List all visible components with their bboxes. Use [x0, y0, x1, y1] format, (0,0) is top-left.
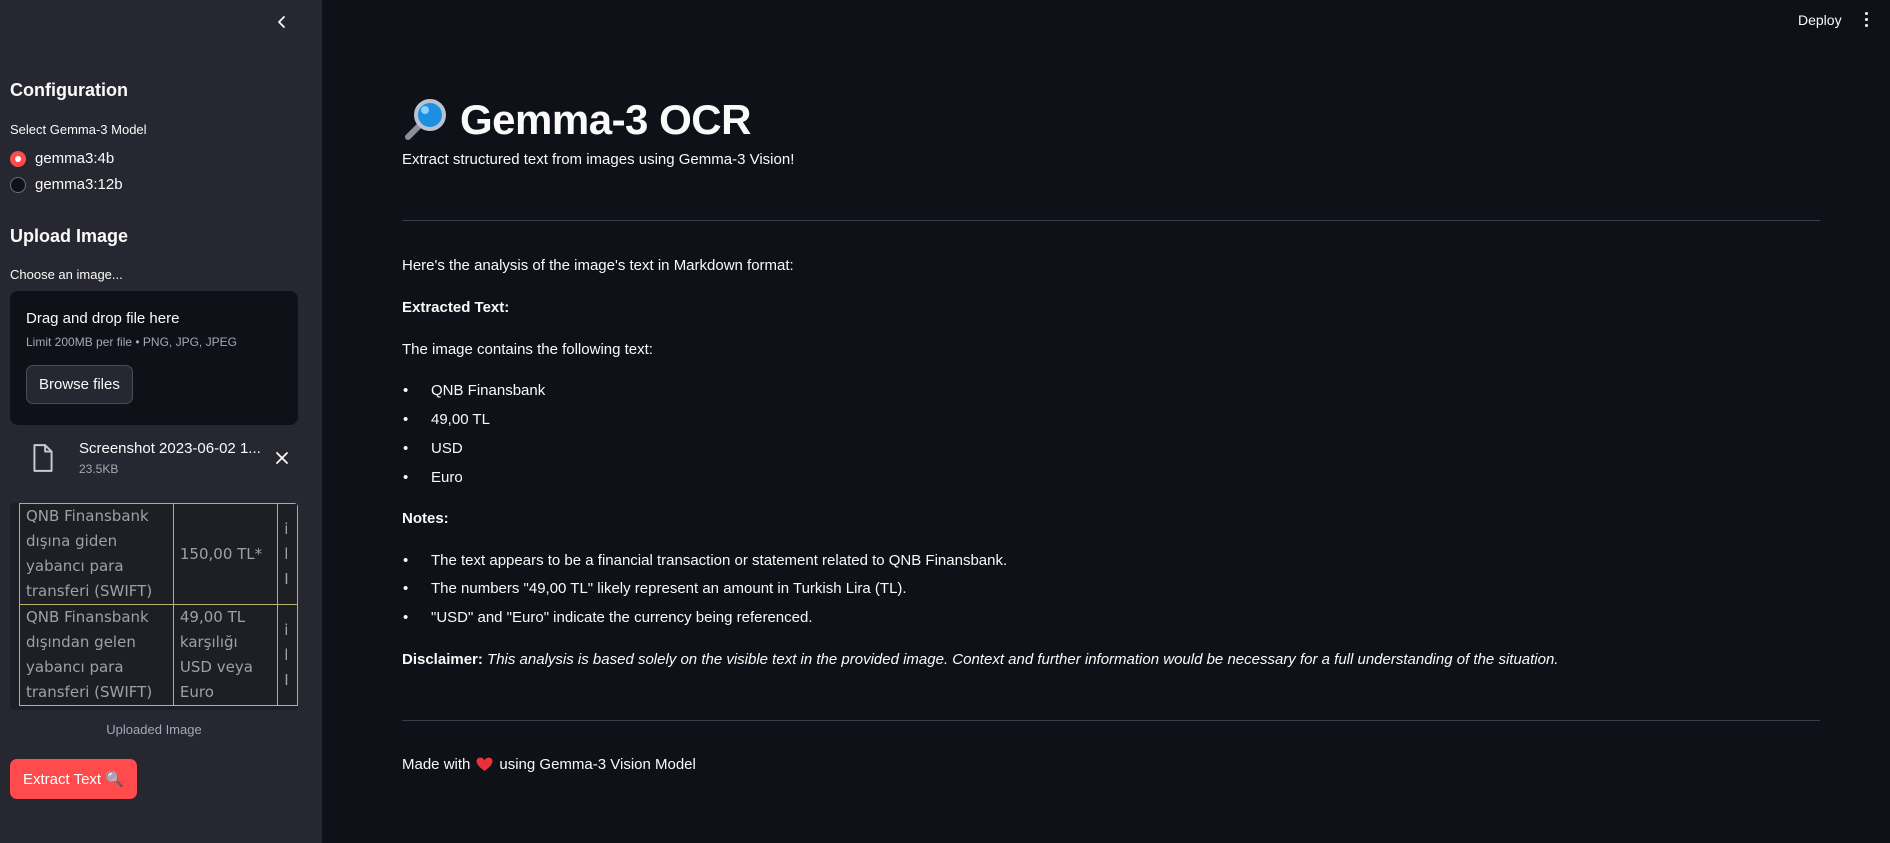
file-icon [33, 444, 53, 472]
configuration-heading: Configuration [10, 80, 128, 100]
preview-text: QNB Finansbank [26, 507, 149, 525]
preview-cell: 150,00 TL* [172, 503, 279, 605]
radio-unselected-icon [10, 176, 26, 193]
sidebar: Configuration Select Gemma-3 Model gemma… [0, 0, 322, 843]
radio-option-gemma3-12b[interactable]: gemma3:12b [10, 176, 123, 193]
magnifying-glass-icon [405, 99, 446, 140]
upload-image-heading: Upload Image [10, 226, 129, 246]
list-item: Euro [402, 469, 463, 486]
radio-label: gemma3:12b [35, 176, 123, 193]
uploaded-image-preview: QNB Finansbank dışına giden yabancı para… [10, 503, 298, 710]
preview-text: i [284, 519, 289, 538]
preview-text: transferi (SWIFT) [26, 683, 153, 701]
deploy-button[interactable]: Deploy [1790, 8, 1850, 32]
list-item-text: 49,00 TL [431, 411, 490, 428]
radio-label: gemma3:4b [35, 150, 115, 167]
list-item-text: "USD" and "Euro" indicate the currency b… [431, 609, 813, 626]
choose-image-label: Choose an image... [10, 267, 123, 282]
footer: Made with using Gemma-3 Vision Model [402, 756, 696, 773]
list-item: USD [402, 440, 463, 457]
list-item: "USD" and "Euro" indicate the currency b… [402, 609, 813, 626]
page-subtitle: Extract structured text from images usin… [402, 151, 795, 168]
preview-cell: QNB Finansbank dışına giden yabancı para… [19, 503, 174, 605]
preview-cell: 49,00 TL karşılığı USD veya Euro [172, 604, 279, 706]
preview-text: transferi (SWIFT) [26, 582, 153, 600]
list-item-text: The text appears to be a financial trans… [431, 552, 1008, 569]
preview-text: yabancı para [26, 557, 124, 575]
contains-text: The image contains the following text: [402, 341, 653, 358]
page-title-row: Gemma-3 OCR [402, 96, 751, 144]
list-item-text: QNB Finansbank [431, 382, 546, 399]
list-item: The numbers "49,00 TL" likely represent … [402, 580, 907, 597]
model-select-label: Select Gemma-3 Model [10, 122, 147, 137]
footer-prefix: Made with [402, 756, 471, 773]
page-title: Gemma-3 OCR [460, 96, 751, 143]
preview-text: dışından gelen [26, 633, 136, 651]
extracted-text-heading: Extracted Text: [402, 299, 510, 316]
preview-cell: QNB Finansbank dışından gelen yabancı pa… [19, 604, 174, 706]
preview-text: I [284, 670, 289, 689]
table-row: QNB Finansbank dışından gelen yabancı pa… [19, 604, 298, 706]
file-name: Screenshot 2023-06-02 1... [79, 440, 261, 457]
preview-cell: i l I [277, 604, 298, 706]
browse-files-button[interactable]: Browse files [26, 365, 133, 404]
dropzone-title: Drag and drop file here [26, 310, 180, 327]
preview-text: 49,00 TL [179, 608, 246, 626]
image-caption: Uploaded Image [106, 722, 202, 737]
main-menu-button[interactable] [1858, 9, 1874, 29]
menu-dot [1864, 23, 1868, 27]
notes-heading: Notes: [402, 510, 449, 527]
disclaimer-label: Disclaimer: [402, 651, 483, 668]
preview-table: QNB Finansbank dışına giden yabancı para… [19, 503, 298, 706]
list-item: QNB Finansbank [402, 382, 545, 399]
preview-text: 150,00 TL* [179, 544, 263, 563]
list-item-text: Euro [431, 469, 463, 486]
table-row: QNB Finansbank dışına giden yabancı para… [19, 503, 298, 605]
uploaded-file-row: Screenshot 2023-06-02 1... 23.5KB [30, 436, 292, 480]
footer-suffix: using Gemma-3 Vision Model [499, 756, 696, 773]
close-icon [276, 452, 288, 464]
remove-file-button[interactable] [272, 448, 292, 468]
file-size: 23.5KB [79, 462, 119, 476]
preview-cell: i l I [277, 503, 298, 605]
dropzone-limit: Limit 200MB per file • PNG, JPG, JPEG [26, 335, 237, 349]
preview-text: Euro [179, 683, 214, 701]
list-item-text: The numbers "49,00 TL" likely represent … [431, 580, 907, 597]
collapse-sidebar-button[interactable] [270, 10, 294, 34]
preview-text: karşılığı [179, 633, 238, 651]
divider [402, 220, 1820, 221]
list-item: 49,00 TL [402, 411, 490, 428]
preview-text: l [284, 544, 289, 563]
disclaimer-text: This analysis is based solely on the vis… [487, 651, 1559, 668]
chevron-left-icon [278, 16, 285, 28]
disclaimer: Disclaimer: This analysis is based solel… [402, 651, 1558, 668]
preview-text: QNB Finansbank [26, 608, 149, 626]
heart-icon [476, 757, 493, 771]
menu-dot [1864, 17, 1868, 21]
extract-text-button[interactable]: Extract Text 🔍 [10, 759, 137, 799]
preview-text: i [284, 620, 289, 639]
divider [402, 720, 1820, 721]
radio-option-gemma3-4b[interactable]: gemma3:4b [10, 150, 114, 167]
analysis-intro: Here's the analysis of the image's text … [402, 257, 794, 274]
menu-dot [1864, 11, 1868, 15]
preview-text: I [284, 569, 289, 588]
list-item-text: USD [431, 440, 463, 457]
preview-text: USD veya [179, 658, 253, 676]
radio-selected-icon [10, 150, 26, 167]
preview-text: yabancı para [26, 658, 124, 676]
preview-text: l [284, 645, 289, 664]
preview-text: dışına giden [26, 532, 118, 550]
list-item: The text appears to be a financial trans… [402, 552, 1007, 569]
file-dropzone[interactable]: Drag and drop file here Limit 200MB per … [10, 291, 298, 425]
